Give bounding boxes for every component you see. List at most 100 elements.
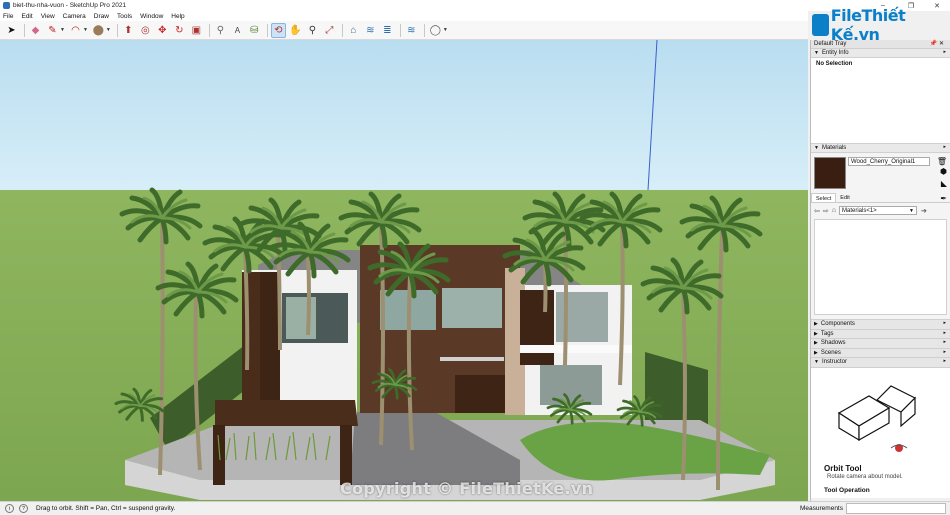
geo-location-icon[interactable]: i — [5, 504, 14, 513]
instructor-operation-label: Tool Operation — [824, 486, 870, 494]
status-hint: Drag to orbit. Shift = Pan, Ctrl = suspe… — [36, 505, 176, 512]
panel-menu-icon[interactable]: ▸ — [943, 339, 946, 345]
menu-help[interactable]: Help — [171, 13, 184, 20]
sketchup-app-icon — [3, 2, 10, 9]
chevron-down-icon[interactable]: ▼ — [443, 27, 448, 33]
collapse-triangle-icon: ▼ — [814, 145, 819, 151]
title-bar: biet-thu-nha-vuon - SketchUp Pro 2021 – … — [0, 0, 950, 11]
menu-bar: File Edit View Camera Draw Tools Window … — [0, 11, 808, 21]
tab-select[interactable]: Select — [811, 193, 837, 202]
entity-info-body: No Selection — [811, 58, 950, 144]
scenes-panel-header[interactable]: ▶ Scenes ▸ — [811, 348, 950, 358]
paint-bucket-tool-icon[interactable]: ⛁ — [247, 23, 262, 38]
scale-tool-icon[interactable]: ▣ — [189, 23, 204, 38]
eyedropper-icon[interactable]: ✒ — [940, 194, 947, 203]
tray-header: Default Tray 📌 ✕ — [811, 40, 950, 49]
collection-value: Materials<1> — [841, 208, 877, 214]
materials-body: Wood_Cherry_Original1 🗑 ⬢ ◣ Select Edit … — [811, 153, 950, 320]
chevron-down-icon[interactable]: ▼ — [83, 27, 88, 33]
menu-tools[interactable]: Tools — [117, 13, 132, 20]
paint-icon[interactable]: 🗑 — [937, 157, 947, 166]
info-icon[interactable]: ? — [19, 504, 28, 513]
window-left-glass — [286, 297, 316, 339]
instructor-tool-desc: Rotate camera about model. — [827, 473, 903, 480]
zoom-extents-tool-icon[interactable]: ⤢ — [322, 23, 337, 38]
forward-arrow-icon[interactable]: ⇨ — [823, 207, 829, 215]
collapse-triangle-icon: ▼ — [814, 50, 819, 56]
entity-info-header[interactable]: ▼ Entity Info ▸ — [811, 49, 950, 58]
menu-camera[interactable]: Camera — [63, 13, 86, 20]
chevron-down-icon: ▼ — [909, 208, 914, 214]
line-tool-icon[interactable]: ✎ — [45, 23, 60, 38]
model-viewport[interactable] — [0, 40, 808, 501]
move-tool-icon[interactable]: ✥ — [155, 23, 170, 38]
tape-measure-tool-icon[interactable]: ⚲ — [213, 23, 228, 38]
materials-header[interactable]: ▼ Materials ▸ — [811, 144, 950, 153]
offset-tool-icon[interactable]: ◎ — [138, 23, 153, 38]
window-title: biet-thu-nha-vuon - SketchUp Pro 2021 — [13, 2, 127, 9]
chevron-down-icon[interactable]: ▼ — [106, 27, 111, 33]
materials-nav: ⇦ ⇨ ⌂ Materials<1> ▼ ➔ — [814, 206, 930, 215]
text-tool-icon[interactable]: A — [230, 23, 245, 38]
create-material-icon[interactable]: ⬢ — [940, 167, 947, 176]
materials-grid[interactable] — [814, 219, 947, 315]
menu-draw[interactable]: Draw — [94, 13, 109, 20]
pin-icon[interactable]: 📌 — [930, 40, 937, 47]
push-pull-tool-icon[interactable]: ⬆ — [121, 23, 136, 38]
components-panel-header[interactable]: ▶ Components ▸ — [811, 320, 950, 330]
panel-menu-icon[interactable]: ▸ — [943, 320, 946, 326]
window-center-right — [442, 288, 502, 328]
pan-tool-icon[interactable]: ✋ — [288, 23, 303, 38]
instructor-panel-header[interactable]: ▼ Instructor ▸ — [811, 358, 950, 368]
materials-collection-select[interactable]: Materials<1> ▼ — [838, 206, 917, 215]
shape-tool-icon[interactable]: ⬤ — [91, 23, 106, 38]
rotate-tool-icon[interactable]: ↻ — [172, 23, 187, 38]
eraser-tool-icon[interactable]: ◆ — [28, 23, 43, 38]
materials-tabs: Select Edit ✒ — [811, 193, 950, 203]
menu-window[interactable]: Window — [140, 13, 163, 20]
villa-3d-scene[interactable] — [0, 40, 808, 501]
home-icon[interactable]: ⌂ — [832, 207, 836, 214]
toolbar-separator — [341, 23, 343, 37]
menu-file[interactable]: File — [3, 13, 13, 20]
orbit-illustration — [837, 384, 917, 452]
select-tool-icon[interactable]: ➤ — [4, 23, 19, 38]
extension-manager-icon[interactable]: ≋ — [404, 23, 419, 38]
account-icon[interactable]: ◯ — [428, 23, 443, 38]
material-swatch[interactable] — [814, 157, 846, 189]
tray-title: Default Tray — [814, 41, 847, 47]
panel-menu-icon[interactable]: ▸ — [943, 144, 946, 150]
tags-panel-header[interactable]: ▶ Tags ▸ — [811, 329, 950, 339]
chevron-down-icon[interactable]: ▼ — [60, 27, 65, 33]
expand-triangle-icon: ▶ — [814, 340, 818, 347]
panel-menu-icon[interactable]: ▸ — [943, 49, 946, 55]
sky — [0, 40, 808, 190]
expand-triangle-icon: ▶ — [814, 321, 818, 328]
menu-edit[interactable]: Edit — [21, 13, 32, 20]
wood-panel-left-2 — [260, 272, 280, 412]
zoom-tool-icon[interactable]: ⚲ — [305, 23, 320, 38]
material-name-field[interactable]: Wood_Cherry_Original1 — [848, 157, 930, 166]
toolbar-separator — [208, 23, 210, 37]
details-arrow-icon[interactable]: ➔ — [921, 207, 927, 215]
copyright-watermark: Copyright © FileThietKe.vn — [340, 479, 594, 498]
close-icon[interactable]: ✕ — [939, 40, 944, 47]
sample-paint-icon[interactable]: ◣ — [941, 179, 947, 188]
tab-edit[interactable]: Edit — [836, 193, 853, 202]
carport-post-right — [340, 425, 352, 485]
panel-menu-icon[interactable]: ▸ — [943, 349, 946, 355]
panel-menu-icon[interactable]: ▸ — [943, 330, 946, 336]
warehouse-icon[interactable]: ⌂ — [346, 23, 361, 38]
status-bar: i ? Drag to orbit. Shift = Pan, Ctrl = s… — [0, 501, 950, 515]
entity-info-title: Entity Info — [821, 50, 849, 56]
shadows-panel-header[interactable]: ▶ Shadows ▸ — [811, 339, 950, 349]
menu-view[interactable]: View — [41, 13, 55, 20]
arc-tool-icon[interactable]: ◠ — [68, 23, 83, 38]
measurements-input[interactable] — [846, 503, 946, 514]
orbit-tool-icon[interactable]: ⟲ — [270, 22, 286, 38]
panel-menu-icon[interactable]: ▸ — [943, 358, 946, 364]
layout-icon[interactable]: ≣ — [380, 23, 395, 38]
extension-warehouse-icon[interactable]: ≋ — [363, 23, 378, 38]
default-tray: Default Tray 📌 ✕ ▼ Entity Info ▸ No Sele… — [810, 40, 950, 501]
back-arrow-icon[interactable]: ⇦ — [814, 207, 820, 215]
